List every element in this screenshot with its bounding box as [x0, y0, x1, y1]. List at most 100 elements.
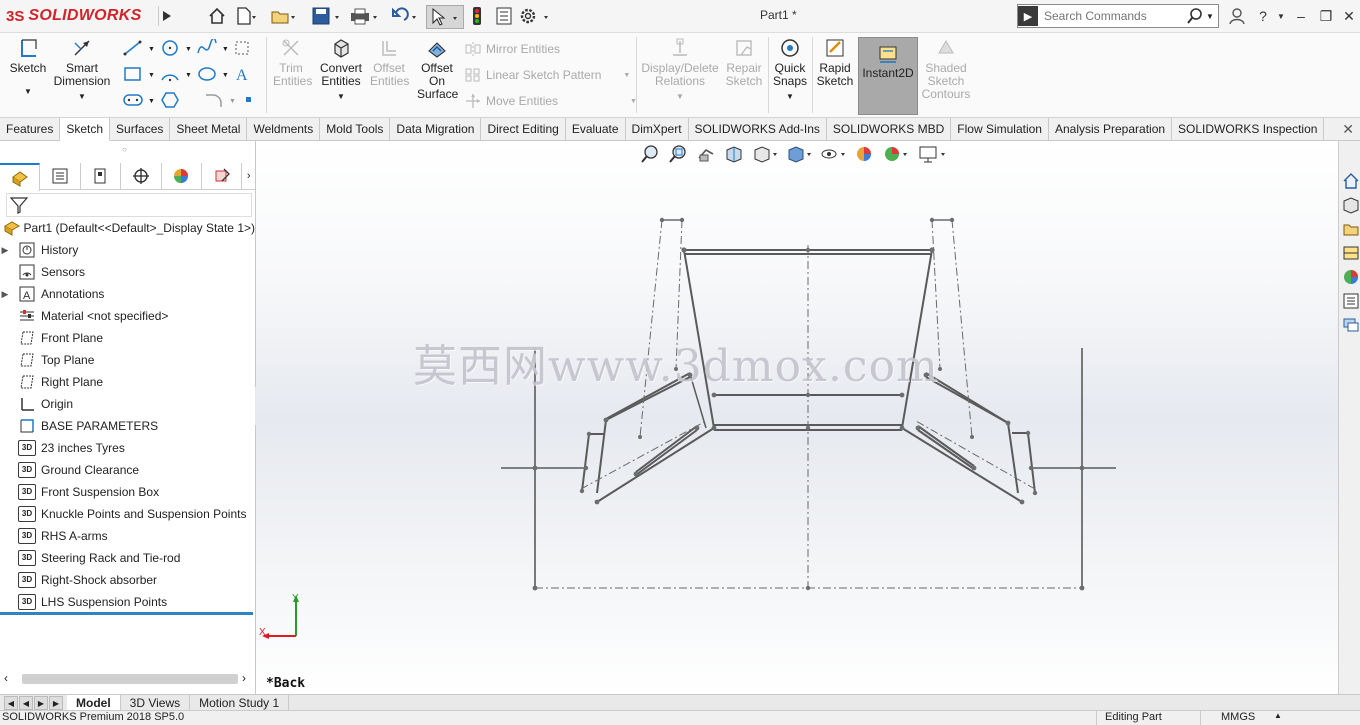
linear-sketch-pattern-button[interactable]: Linear Sketch Pattern ▼: [464, 67, 630, 83]
tree-filter[interactable]: [6, 193, 252, 217]
tree-item-history[interactable]: ▶ History: [0, 239, 255, 261]
rapid-sketch-button[interactable]: Rapid Sketch: [814, 37, 856, 88]
last-tab-icon[interactable]: ▶: [49, 696, 63, 710]
sketch-fillet-dropdown-icon[interactable]: ▼: [229, 98, 236, 105]
display-delete-relations-button[interactable]: Display/Delete Relations ▼: [640, 37, 720, 103]
minimize-window-icon[interactable]: –: [1290, 6, 1312, 26]
panel-splitter-handle-icon[interactable]: ○: [122, 145, 127, 154]
undo-icon[interactable]: [388, 5, 418, 27]
section-view-icon[interactable]: [724, 144, 744, 167]
slot-dropdown-icon[interactable]: ▼: [148, 98, 155, 105]
display-manager-tab-icon[interactable]: [162, 163, 202, 189]
unit-system[interactable]: MMGS: [1200, 711, 1255, 725]
menu-expand-arrow-icon[interactable]: [158, 6, 175, 26]
tree-item-ground-clearance[interactable]: 3D Ground Clearance: [0, 459, 255, 481]
solidworks-resources-icon[interactable]: [1341, 171, 1360, 191]
repair-sketch-button[interactable]: Repair Sketch: [722, 37, 766, 88]
rectangle-icon[interactable]: [122, 65, 144, 86]
new-document-icon[interactable]: [234, 5, 256, 27]
tree-item-knuckle-points-and-suspension-points[interactable]: 3D Knuckle Points and Suspension Points: [0, 503, 255, 525]
sketch-dropdown-icon[interactable]: ▼: [24, 85, 32, 98]
file-properties-icon[interactable]: [494, 5, 514, 27]
tree-item-right-plane[interactable]: Right Plane: [0, 371, 255, 393]
close-tabs-icon[interactable]: ✕: [1342, 121, 1354, 138]
more-tabs-chevron-icon[interactable]: ›: [242, 163, 255, 189]
select-pointer-icon[interactable]: [426, 5, 464, 29]
tab-motion-study-1[interactable]: Motion Study 1: [190, 695, 290, 711]
tab-weldments[interactable]: Weldments: [247, 118, 321, 140]
unit-system-dropdown-icon[interactable]: ▲: [1274, 711, 1282, 720]
scroll-left-icon[interactable]: ‹: [4, 671, 8, 685]
search-commands-box[interactable]: ▶ ▼: [1017, 4, 1219, 28]
edit-appearance-icon[interactable]: [854, 144, 874, 167]
help-dropdown-icon[interactable]: ▼: [1270, 6, 1292, 26]
home-icon[interactable]: [207, 5, 227, 27]
tree-item-annotations[interactable]: ▶ A Annotations: [0, 283, 255, 305]
tab-data-migration[interactable]: Data Migration: [390, 118, 482, 140]
smart-dimension-button[interactable]: Smart Dimension ▼: [52, 37, 112, 103]
tab-dimxpert[interactable]: DimXpert: [626, 118, 689, 140]
tree-item-right-shock-absorber[interactable]: 3D Right-Shock absorber: [0, 569, 255, 591]
graphics-area[interactable]: Y X: [256, 141, 1338, 694]
quick-snaps-dropdown-icon[interactable]: ▼: [786, 90, 794, 103]
search-scope-icon[interactable]: ▶: [1018, 6, 1038, 26]
print-icon[interactable]: [349, 5, 379, 27]
mirror-entities-button[interactable]: Mirror Entities: [464, 41, 560, 57]
spline-dropdown-icon[interactable]: ▼: [222, 46, 229, 53]
filter-icon[interactable]: [9, 195, 29, 215]
next-tab-icon[interactable]: ▶: [34, 696, 48, 710]
offset-on-surface-button[interactable]: Offset On Surface: [413, 37, 461, 101]
search-input[interactable]: [1042, 8, 1186, 24]
linear-sketch-pattern-dropdown-icon[interactable]: ▼: [623, 72, 630, 79]
tree-item-front-suspension-box[interactable]: 3D Front Suspension Box: [0, 481, 255, 503]
horizontal-scrollbar[interactable]: ‹ ›: [0, 671, 255, 687]
scrollbar-thumb[interactable]: [22, 674, 238, 684]
solidworks-logo[interactable]: 3S SOLIDWORKS: [6, 4, 152, 28]
sketch-geometry[interactable]: [256, 141, 1338, 694]
line-icon[interactable]: [122, 39, 144, 60]
arc-icon[interactable]: [159, 65, 181, 86]
sketch-fillet-icon[interactable]: [203, 91, 225, 112]
relations-dropdown-icon[interactable]: ▼: [676, 90, 684, 103]
display-style-icon[interactable]: [786, 144, 812, 167]
tree-item-top-plane[interactable]: Top Plane: [0, 349, 255, 371]
appearances-tab-icon[interactable]: [202, 163, 243, 189]
tree-item-23-inches-tyres[interactable]: 3D 23 inches Tyres: [0, 437, 255, 459]
tab-analysis-preparation[interactable]: Analysis Preparation: [1049, 118, 1173, 140]
tree-item-rhs-a-arms[interactable]: 3D RHS A-arms: [0, 525, 255, 547]
rectangle-dropdown-icon[interactable]: ▼: [148, 72, 155, 79]
ellipse-dropdown-icon[interactable]: ▼: [222, 72, 229, 79]
move-entities-button[interactable]: Move Entities ▼: [464, 93, 637, 109]
scroll-right-icon[interactable]: ›: [242, 671, 246, 685]
tab-evaluate[interactable]: Evaluate: [566, 118, 626, 140]
tree-item-steering-rack-and-tie-rod[interactable]: 3D Steering Rack and Tie-rod: [0, 547, 255, 569]
quick-snaps-button[interactable]: Quick Snaps ▼: [770, 37, 810, 103]
search-icon[interactable]: [1186, 7, 1204, 25]
prev-tab-icon[interactable]: ◀: [19, 696, 33, 710]
user-account-icon[interactable]: [1226, 6, 1248, 26]
design-library-icon[interactable]: [1341, 195, 1360, 215]
tab-features[interactable]: Features: [0, 118, 61, 140]
hide-show-items-icon[interactable]: [820, 144, 846, 167]
tree-rollback-bar[interactable]: [0, 612, 253, 615]
circle-dropdown-icon[interactable]: ▼: [185, 46, 192, 53]
custom-properties-icon[interactable]: [1341, 291, 1360, 311]
slot-icon[interactable]: [122, 91, 144, 112]
sketch-button[interactable]: Sketch ▼: [6, 37, 50, 98]
tab-direct-editing[interactable]: Direct Editing: [481, 118, 566, 140]
dimxpert-manager-tab-icon[interactable]: [121, 163, 162, 189]
restore-window-icon[interactable]: ❐: [1315, 6, 1337, 26]
expand-arrow-icon[interactable]: ▶: [0, 245, 10, 256]
convert-entities-dropdown-icon[interactable]: ▼: [337, 90, 345, 103]
ellipse-icon[interactable]: [196, 65, 218, 86]
tab-solidworks-add-ins[interactable]: SOLIDWORKS Add-Ins: [689, 118, 827, 140]
smart-dimension-dropdown-icon[interactable]: ▼: [78, 90, 86, 103]
feature-manager-tree-tab-icon[interactable]: [0, 163, 41, 191]
circle-icon[interactable]: [159, 39, 181, 60]
previous-view-icon[interactable]: [696, 144, 716, 167]
search-dropdown-icon[interactable]: ▼: [1206, 12, 1214, 21]
polygon-icon[interactable]: [159, 91, 181, 112]
options-gear-icon[interactable]: [518, 5, 552, 27]
zoom-to-area-icon[interactable]: [668, 144, 688, 167]
tree-item-front-plane[interactable]: Front Plane: [0, 327, 255, 349]
